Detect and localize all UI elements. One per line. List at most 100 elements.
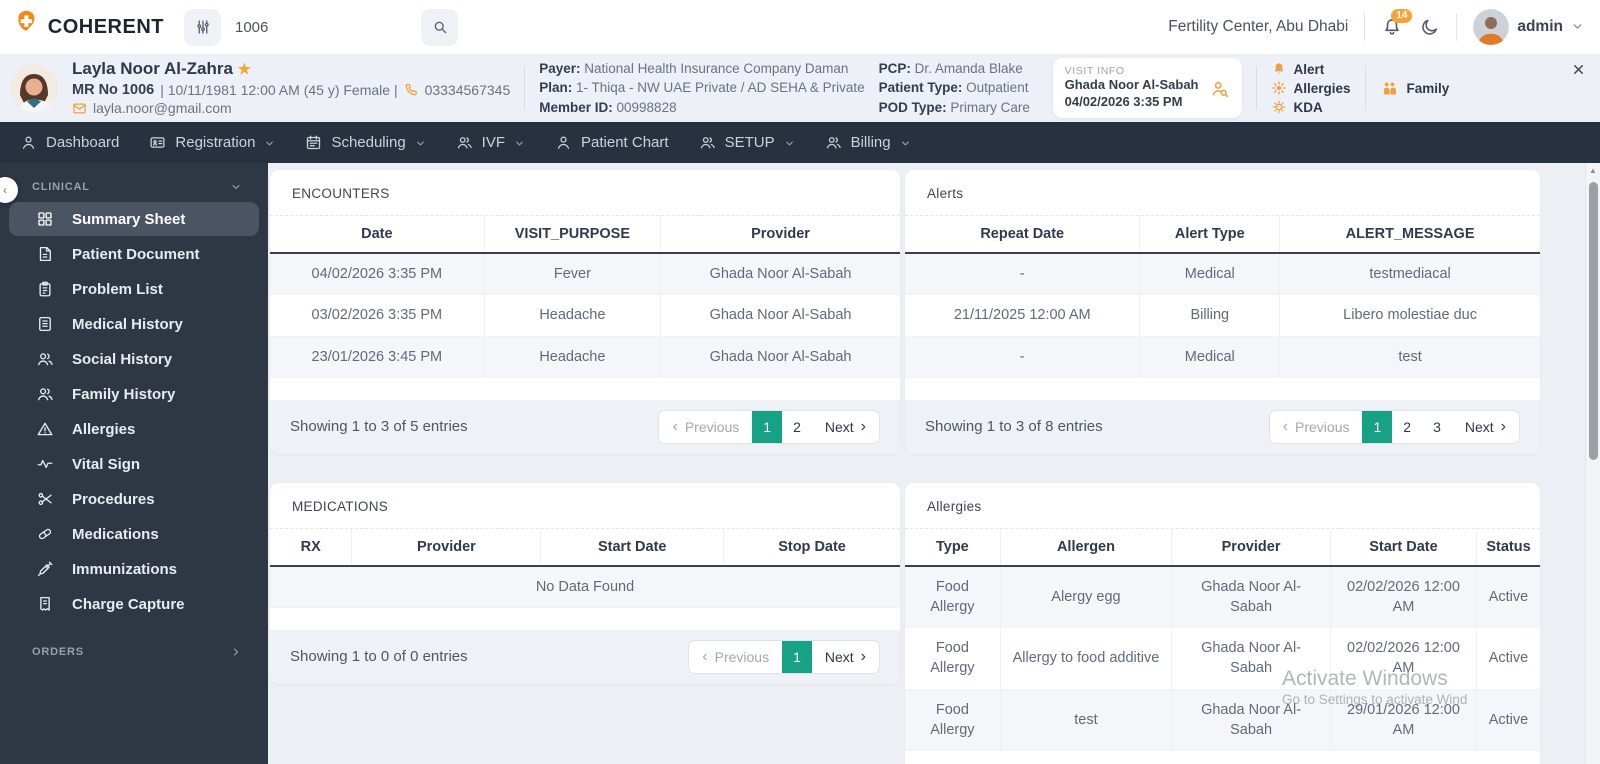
column-header-start-date[interactable]: Start Date (540, 528, 724, 567)
users-icon (36, 385, 54, 403)
sidebar-item-problem-list[interactable]: Problem List (0, 272, 268, 306)
visit-info-card[interactable]: VISIT INFO Ghada Noor Al-Sabah 04/02/202… (1052, 58, 1242, 118)
nav-item-ivf[interactable]: IVF (456, 134, 525, 152)
column-header-type[interactable]: Type (905, 528, 1001, 567)
page-button-3[interactable]: 3 (1422, 410, 1452, 443)
table-cell: Ghada Noor Al-Sabah (1171, 565, 1331, 628)
patient-identity: Layla Noor Al-Zahra ★ MR No 1006 | 10/11… (72, 58, 510, 117)
table-row[interactable]: 21/11/2025 12:00 AM Billing Libero molesti… (905, 294, 1540, 337)
sidebar-section-orders[interactable]: ORDERS (0, 635, 268, 665)
column-header-provider[interactable]: Provider (660, 216, 900, 254)
medications-card: MEDICATIONS RX Provider Start Date Stop Dat… (270, 482, 900, 684)
column-header-allergen[interactable]: Allergen (999, 528, 1172, 567)
sidebar-item-immunizations[interactable]: Immunizations (0, 552, 268, 586)
page-button-1[interactable]: 1 (752, 410, 783, 443)
search-button[interactable] (421, 8, 458, 46)
kda-flag[interactable]: KDA (1271, 99, 1351, 115)
nav-item-billing[interactable]: Billing (825, 134, 911, 152)
column-header-visit-purpose[interactable]: VISIT_PURPOSE (483, 216, 661, 254)
user-menu[interactable]: admin (1473, 9, 1584, 45)
table-cell: Ghada Noor Al-Sabah (1171, 689, 1331, 751)
sidebar-item-charge-capture[interactable]: Charge Capture (0, 587, 268, 621)
sidebar-item-medications[interactable]: Medications (0, 517, 268, 551)
notifications-button[interactable]: 14 (1381, 9, 1413, 38)
next-button[interactable]: Next › (811, 410, 879, 443)
page-button-2[interactable]: 2 (782, 410, 812, 443)
sidebar-item-medical-history[interactable]: Medical History (0, 307, 268, 341)
pagination: ‹ Previous 1 Next › (688, 639, 880, 674)
close-banner-button[interactable] (1571, 61, 1586, 77)
previous-button[interactable]: ‹ Previous (689, 640, 783, 673)
table-cell: Alergy egg (999, 565, 1172, 628)
scrollbar-thumb[interactable] (1589, 182, 1598, 460)
nav-item-setup[interactable]: SETUP (699, 134, 795, 152)
next-button[interactable]: Next › (1451, 410, 1519, 443)
table-cell: Food Allergy (930, 578, 975, 615)
nav-item-dashboard[interactable]: Dashboard (20, 134, 119, 152)
allergies-flag[interactable]: Allergies (1271, 80, 1351, 96)
pod-type-value: Primary Care (950, 99, 1030, 115)
user-avatar (1473, 9, 1510, 45)
sidebar-item-summary-sheet[interactable]: Summary Sheet (9, 202, 259, 237)
alerts-table: Repeat Date Alert Type ALERT_MESSAGE - Medic… (905, 216, 1540, 378)
search-input[interactable] (221, 18, 421, 36)
column-header-stop-date[interactable]: Stop Date (723, 528, 900, 567)
medications-table: RX Provider Start Date Stop Date No Data Fou… (270, 528, 900, 608)
table-row[interactable]: Food Allergy test Ghada Noor Al-Sabah 29/01… (905, 689, 1540, 751)
patient-banner: Layla Noor Al-Zahra ★ MR No 1006 | 10/11… (0, 54, 1600, 122)
dark-mode-toggle[interactable] (1419, 17, 1440, 38)
allergen-burst-icon (1271, 80, 1287, 96)
column-header-repeat-date[interactable]: Repeat Date (905, 216, 1140, 254)
column-header-provider[interactable]: Provider (351, 528, 541, 567)
page-scrollbar[interactable]: ▲ (1585, 163, 1600, 764)
nav-item-registration[interactable]: Registration (149, 134, 275, 152)
previous-button[interactable]: ‹ Previous (659, 410, 753, 443)
table-row[interactable]: Food Allergy Allergy to food additive Ghad… (905, 627, 1540, 690)
sidebar-section-clinical[interactable]: CLINICAL (0, 171, 268, 201)
table-row[interactable]: - Medical test (905, 336, 1540, 378)
alert-flag[interactable]: Alert (1271, 61, 1351, 77)
patient-avatar (10, 64, 58, 112)
page-button-1[interactable]: 1 (782, 640, 812, 673)
nav-item-scheduling[interactable]: Scheduling (305, 134, 425, 152)
column-header-date[interactable]: Date (270, 216, 485, 254)
sidebar-item-family-history[interactable]: Family History (0, 377, 268, 411)
page-button-2[interactable]: 2 (1392, 410, 1423, 443)
chevron-down-icon (415, 134, 426, 151)
sidebar-item-vital-sign[interactable]: Vital Sign (0, 447, 268, 481)
table-cell: testmediacal (1279, 253, 1540, 295)
table-row[interactable]: - Medical testmediacal (905, 253, 1540, 295)
column-header-status[interactable]: Status (1475, 528, 1540, 567)
search-filter-button[interactable] (184, 8, 221, 46)
previous-button[interactable]: ‹ Previous (1269, 410, 1363, 443)
sidebar-item-patient-document[interactable]: Patient Document (0, 237, 268, 271)
table-footer: Showing 1 to 3 of 8 entries ‹ Previous 1 2 3… (905, 399, 1540, 454)
patient-flags: Alert Allergies KDA (1271, 61, 1351, 115)
table-row[interactable]: 03/02/2026 3:35 PM Headache Ghada Noor Al-… (270, 294, 900, 337)
star-icon[interactable]: ★ (238, 61, 251, 78)
alert-bell-icon (1271, 61, 1287, 77)
empty-row: No Data Found (270, 565, 900, 608)
table-row[interactable]: 04/02/2026 3:35 PM Fever Ghada Noor Al-Sab… (270, 253, 900, 295)
sidebar-item-allergies[interactable]: Allergies (0, 412, 268, 446)
table-row[interactable]: 23/01/2026 3:45 PM Headache Ghada Noor Al-… (270, 336, 900, 378)
table-cell: 23/01/2026 3:45 PM (311, 348, 443, 365)
nav-item-patient-chart[interactable]: Patient Chart (555, 134, 669, 152)
sidebar-item-social-history[interactable]: Social History (0, 342, 268, 376)
table-cell: Fever (483, 253, 661, 295)
insurance-info: Payer: National Health Insurance Company… (539, 60, 865, 115)
sidebar-item-procedures[interactable]: Procedures (0, 482, 268, 516)
table-row[interactable]: Food Allergy Alergy egg Ghada Noor Al-Saba… (905, 565, 1540, 628)
moon-icon (1419, 17, 1440, 38)
page-button-1[interactable]: 1 (1362, 410, 1393, 443)
column-header-rx[interactable]: RX (270, 528, 352, 567)
next-button[interactable]: Next › (811, 640, 879, 673)
column-header-alert-message[interactable]: ALERT_MESSAGE (1279, 216, 1540, 254)
scroll-up-arrow[interactable]: ▲ (1586, 166, 1600, 175)
column-header-provider[interactable]: Provider (1171, 528, 1331, 567)
column-header-alert-type[interactable]: Alert Type (1139, 216, 1280, 254)
patient-search (184, 8, 458, 46)
table-footer: Showing 1 to 3 of 5 entries ‹ Previous 1 2 N… (270, 399, 900, 454)
column-header-start-date[interactable]: Start Date (1329, 528, 1477, 567)
family-button[interactable]: Family (1380, 79, 1449, 98)
